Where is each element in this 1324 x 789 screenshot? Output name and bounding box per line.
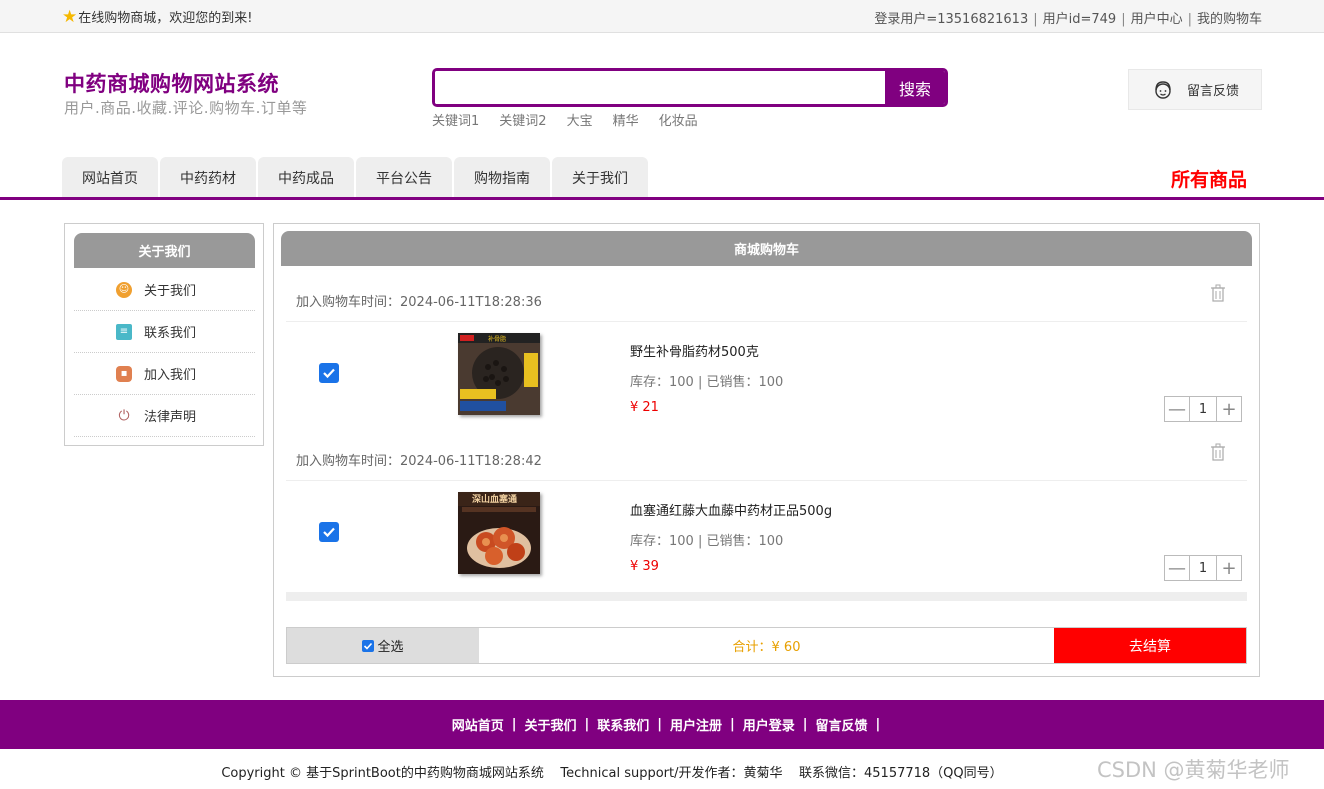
select-all-checkbox[interactable] xyxy=(362,639,375,652)
separator-strip xyxy=(286,592,1247,601)
select-all[interactable]: 全选 xyxy=(287,628,479,663)
watermark: CSDN @黄菊华老师 xyxy=(1097,758,1290,782)
site-footer: 网站首页 | 关于我们 | 联系我们 | 用户注册 | 用户登录 | 留言反馈 | xyxy=(0,700,1324,749)
cart-total: 合计：¥ 60 xyxy=(732,640,801,655)
sidebar: 关于我们 ☺ 关于我们 ≡ 联系我们 ▪ 加入我们 ⏻ 法律声明 xyxy=(64,223,264,446)
tab-guide[interactable]: 购物指南 xyxy=(454,157,550,198)
svg-text:深山血塞通: 深山血塞通 xyxy=(472,493,517,505)
minus-icon[interactable]: — xyxy=(1165,556,1189,580)
trash-icon[interactable] xyxy=(1210,443,1226,461)
welcome-label: 在线购物商城，欢迎您的到来! xyxy=(78,11,253,26)
footer-link-contact[interactable]: 联系我们 xyxy=(597,715,649,734)
footer-link-feedback[interactable]: 留言反馈 xyxy=(816,715,868,734)
item-divider xyxy=(286,480,1247,481)
top-bar: ★ 在线购物商城，欢迎您的到来! 登录用户=13516821613 | 用户id=7… xyxy=(0,0,1324,33)
quantity-value[interactable]: 1 xyxy=(1189,556,1217,580)
item-checkbox[interactable] xyxy=(319,363,339,383)
cart-panel: 商城购物车 加入购物车时间：2024-06-11T18:28:36 补骨脂 野生… xyxy=(273,223,1260,677)
clipboard-icon: ≡ xyxy=(116,323,132,340)
nav-divider xyxy=(0,197,1324,200)
star-icon: ★ xyxy=(62,6,78,27)
all-goods-link[interactable]: 所有商品 xyxy=(1171,165,1247,192)
welcome-text: ★ 在线购物商城，欢迎您的到来! xyxy=(62,7,252,26)
footer-link-register[interactable]: 用户注册 xyxy=(670,715,722,734)
search-input[interactable] xyxy=(435,71,887,104)
keyword-link[interactable]: 关键词2 xyxy=(499,110,546,129)
product-stock: 库存：100 | 已销售：100 xyxy=(630,534,784,549)
cart-title: 商城购物车 xyxy=(281,231,1252,266)
plus-icon[interactable]: + xyxy=(1217,556,1241,580)
feedback-label: 留言反馈 xyxy=(1187,84,1240,99)
keyword-link[interactable]: 精华 xyxy=(613,110,639,129)
plus-icon[interactable]: + xyxy=(1217,397,1241,421)
sidebar-item-contact[interactable]: ≡ 联系我们 xyxy=(74,311,255,353)
added-time: 加入购物车时间：2024-06-11T18:28:36 xyxy=(296,295,542,310)
quantity-stepper: — 1 + xyxy=(1164,396,1242,422)
logged-in-user[interactable]: 登录用户=13516821613 xyxy=(874,12,1028,27)
product-name[interactable]: 血塞通红藤大血藤中药材正品500g xyxy=(630,500,832,519)
sidebar-item-about[interactable]: ☺ 关于我们 xyxy=(74,269,255,311)
product-price: ¥ 21 xyxy=(630,400,659,415)
product-stock: 库存：100 | 已销售：100 xyxy=(630,375,784,390)
tab-home[interactable]: 网站首页 xyxy=(62,157,158,198)
footer-link-home[interactable]: 网站首页 xyxy=(452,715,504,734)
about-icon: ☺ xyxy=(116,281,132,298)
feedback-button[interactable]: 留言反馈 xyxy=(1128,69,1262,110)
footer-link-login[interactable]: 用户登录 xyxy=(743,715,795,734)
sidebar-item-legal[interactable]: ⏻ 法律声明 xyxy=(74,395,255,437)
quantity-value[interactable]: 1 xyxy=(1189,397,1217,421)
checkout-button[interactable]: 去结算 xyxy=(1054,628,1246,663)
keyword-link[interactable]: 化妆品 xyxy=(659,110,698,129)
main-nav: 网站首页 中药药材 中药成品 平台公告 购物指南 关于我们 xyxy=(62,157,648,198)
headset-icon xyxy=(1155,80,1171,99)
user-center-link[interactable]: 用户中心 xyxy=(1131,12,1183,27)
keyword-link[interactable]: 关键词1 xyxy=(432,110,479,129)
sidebar-item-label: 关于我们 xyxy=(144,284,197,299)
sidebar-title: 关于我们 xyxy=(74,233,255,268)
user-id[interactable]: 用户id=749 xyxy=(1043,12,1117,27)
item-divider xyxy=(286,321,1247,322)
sidebar-item-join[interactable]: ▪ 加入我们 xyxy=(74,353,255,395)
cart-footer-bar: 全选 合计：¥ 60 去结算 xyxy=(286,627,1247,664)
power-icon: ⏻ xyxy=(118,407,130,424)
tab-announcements[interactable]: 平台公告 xyxy=(356,157,452,198)
product-name[interactable]: 野生补骨脂药材500克 xyxy=(630,341,759,360)
site-subtitle: 用户.商品.收藏.评论.购物车.订单等 xyxy=(64,99,308,117)
added-time: 加入购物车时间：2024-06-11T18:28:42 xyxy=(296,454,542,469)
minus-icon[interactable]: — xyxy=(1165,397,1189,421)
sidebar-item-label: 加入我们 xyxy=(144,368,197,383)
footer-link-about[interactable]: 关于我们 xyxy=(524,715,576,734)
user-links: 登录用户=13516821613 | 用户id=749 | 用户中心 | 我的购物车 xyxy=(874,12,1262,27)
quantity-stepper: — 1 + xyxy=(1164,555,1242,581)
sidebar-item-label: 联系我们 xyxy=(144,326,197,341)
tab-products[interactable]: 中药成品 xyxy=(258,157,354,198)
lock-icon: ▪ xyxy=(116,365,132,382)
product-price: ¥ 39 xyxy=(630,559,659,574)
site-title[interactable]: 中药商城购物网站系统 xyxy=(64,68,279,98)
keyword-link[interactable]: 大宝 xyxy=(567,110,593,129)
tab-herbs[interactable]: 中药药材 xyxy=(160,157,256,198)
select-all-label: 全选 xyxy=(377,640,404,655)
item-checkbox[interactable] xyxy=(319,522,339,542)
product-image[interactable]: 补骨脂 xyxy=(458,333,540,415)
sidebar-item-label: 法律声明 xyxy=(144,410,197,425)
trash-icon[interactable] xyxy=(1210,284,1226,302)
svg-text:补骨脂: 补骨脂 xyxy=(488,335,506,343)
search-box: 搜索 xyxy=(432,68,948,107)
search-button[interactable]: 搜索 xyxy=(885,71,945,104)
search-keywords: 关键词1 关键词2 大宝 精华 化妆品 xyxy=(432,110,698,129)
product-image[interactable]: 深山血塞通 xyxy=(458,492,540,574)
tab-about[interactable]: 关于我们 xyxy=(552,157,648,198)
my-cart-link[interactable]: 我的购物车 xyxy=(1197,12,1262,27)
